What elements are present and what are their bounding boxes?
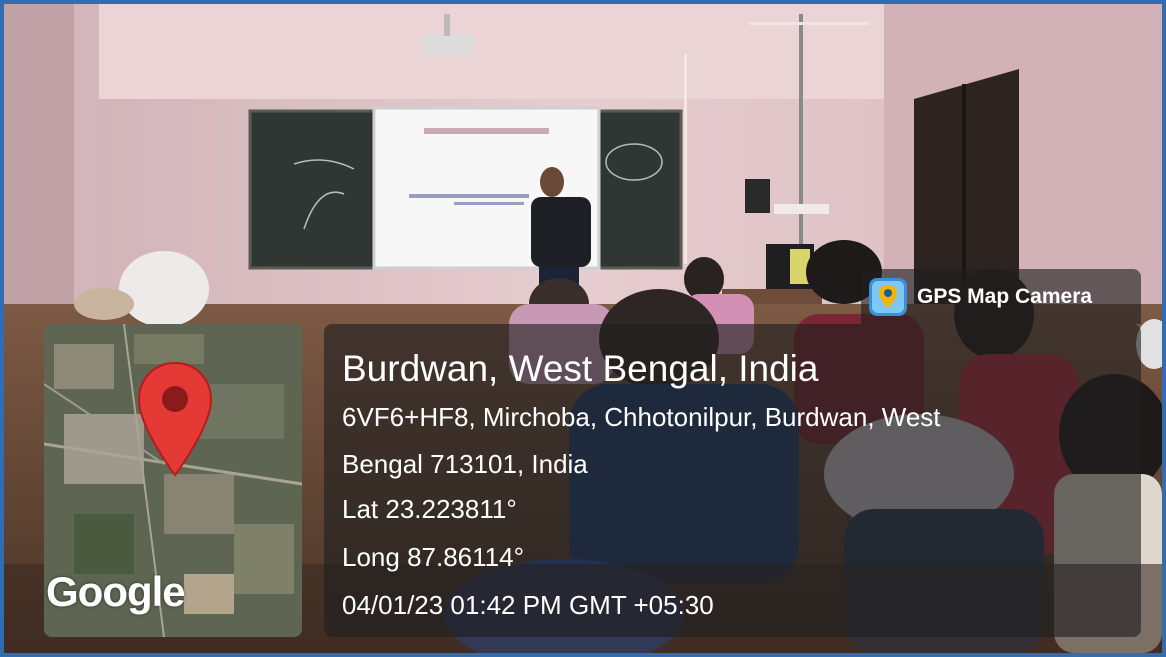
map-pin-icon bbox=[137, 361, 213, 477]
gps-map-camera-app-icon bbox=[869, 277, 907, 316]
app-watermark-tag: GPS Map Camera bbox=[861, 269, 1141, 324]
location-info-panel: Burdwan, West Bengal, India 6VF6+HF8, Mi… bbox=[324, 324, 1141, 637]
app-name: GPS Map Camera bbox=[917, 284, 1093, 308]
google-attribution: Google bbox=[46, 568, 186, 615]
latitude: Lat 23.223811° bbox=[342, 494, 517, 524]
address-line-1: 6VF6+HF8, Mirchoba, Chhotonilpur, Burdwa… bbox=[342, 402, 941, 432]
location-title: Burdwan, West Bengal, India bbox=[342, 348, 819, 389]
photo-frame: GPS Map Camera Google Burdwan, West Beng… bbox=[0, 0, 1166, 657]
longitude: Long 87.86114° bbox=[342, 542, 524, 572]
map-thumbnail: Google bbox=[44, 324, 302, 637]
address-line-2: Bengal 713101, India bbox=[342, 449, 588, 479]
timestamp: 04/01/23 01:42 PM GMT +05:30 bbox=[342, 590, 714, 620]
